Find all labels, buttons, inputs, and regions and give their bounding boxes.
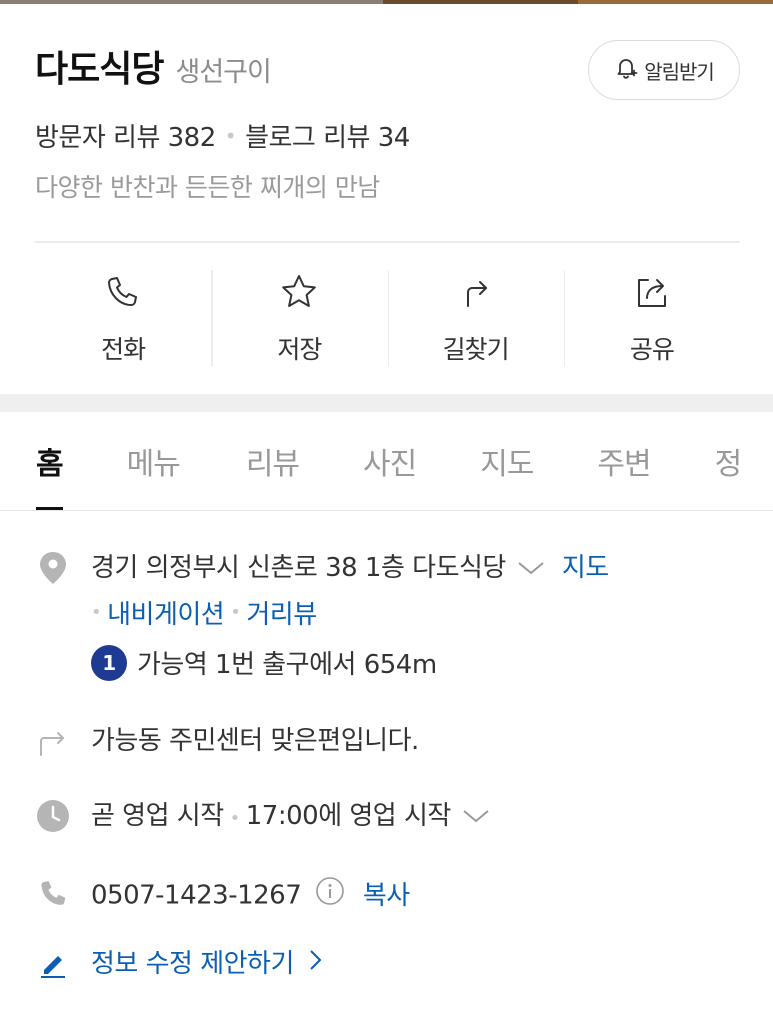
notify-button[interactable]: 알림받기 xyxy=(588,40,740,100)
phone-number[interactable]: 0507-1423-1267 xyxy=(91,881,302,911)
photo-thumb[interactable] xyxy=(0,0,383,4)
tab-home[interactable]: 홈 xyxy=(36,412,64,510)
tab-menu[interactable]: 메뉴 xyxy=(127,412,181,510)
directions-label: 길찾기 xyxy=(442,335,510,364)
tab-nearby[interactable]: 주변 xyxy=(597,412,651,510)
tab-bar: 홈 메뉴 리뷰 사진 지도 주변 정 xyxy=(0,412,773,511)
phone-icon xyxy=(103,268,143,316)
station-text: 가능역 1번 출구에서 654m xyxy=(137,650,437,680)
address-links: • 내비게이션 • 거리뷰 xyxy=(91,594,317,631)
address-text: 경기 의정부시 신촌로 38 1층 다도식당 xyxy=(91,553,506,583)
directions-row: 가능동 주민센터 맞은편입니다. xyxy=(35,723,419,759)
share-button[interactable]: 공유 xyxy=(563,268,740,368)
suggest-edit-row[interactable]: 정보 수정 제안하기 xyxy=(35,946,324,983)
visitor-review-link[interactable]: 방문자 리뷰 382 xyxy=(35,117,216,154)
streetview-link[interactable]: 거리뷰 xyxy=(246,594,317,631)
navigation-link[interactable]: 내비게이션 xyxy=(107,594,225,631)
subway-row: 1 가능역 1번 출구에서 654m xyxy=(91,644,437,681)
save-button[interactable]: 저장 xyxy=(211,268,387,368)
tab-more[interactable]: 정 xyxy=(715,412,743,510)
subway-line-badge: 1 xyxy=(91,644,127,681)
copy-phone-button[interactable]: 복사 xyxy=(363,881,410,911)
place-header: 다도식당 생선구이 알림받기 xyxy=(35,40,740,100)
map-link[interactable]: 지도 xyxy=(562,553,609,583)
action-bar: 전화 저장 길찾기 공유 xyxy=(35,268,740,368)
directions-text: 가능동 주민센터 맞은편입니다. xyxy=(91,726,419,756)
separator-dot: • xyxy=(224,123,237,148)
place-name: 다도식당 xyxy=(35,49,164,90)
bell-plus-icon xyxy=(614,55,640,85)
hours-detail: 17:00에 영업 시작 xyxy=(245,801,452,831)
tab-reviews[interactable]: 리뷰 xyxy=(246,412,300,510)
location-pin-icon xyxy=(35,550,71,586)
review-counts: 방문자 리뷰 382 • 블로그 리뷰 34 xyxy=(35,117,410,154)
place-description: 다양한 반찬과 든든한 찌개의 만남 xyxy=(35,173,380,202)
chevron-right-icon xyxy=(308,947,324,983)
star-icon xyxy=(279,268,319,316)
hours-row[interactable]: 곧 영업 시작 • 17:00에 영업 시작 xyxy=(35,798,491,837)
hours-status: 곧 영업 시작 xyxy=(91,801,224,831)
phone-row: 0507-1423-1267 복사 xyxy=(35,876,410,916)
phone-icon xyxy=(35,876,71,912)
chevron-down-icon[interactable] xyxy=(461,799,491,835)
save-label: 저장 xyxy=(277,335,322,364)
blog-review-link[interactable]: 블로그 리뷰 34 xyxy=(245,117,410,154)
place-category: 생선구이 xyxy=(175,57,271,88)
address-row: 경기 의정부시 신촌로 38 1층 다도식당 지도 xyxy=(35,550,609,587)
suggest-edit-link[interactable]: 정보 수정 제안하기 xyxy=(91,949,294,979)
photo-thumb[interactable] xyxy=(383,0,578,4)
directions-button[interactable]: 길찾기 xyxy=(387,268,564,368)
notify-label: 알림받기 xyxy=(644,59,715,84)
separator-dot: • xyxy=(91,602,102,623)
info-circle-icon[interactable] xyxy=(315,876,345,916)
divider xyxy=(35,241,740,243)
section-divider xyxy=(0,394,773,412)
photo-thumb[interactable] xyxy=(578,0,773,4)
directions-arrow-icon xyxy=(35,723,71,759)
call-button[interactable]: 전화 xyxy=(35,268,211,368)
share-icon xyxy=(632,268,672,316)
pencil-icon xyxy=(35,946,71,982)
chevron-down-icon[interactable] xyxy=(516,551,546,587)
separator-dot: • xyxy=(229,808,241,829)
separator-dot: • xyxy=(230,602,241,623)
share-label: 공유 xyxy=(629,335,675,364)
tab-map[interactable]: 지도 xyxy=(480,412,534,510)
tab-photos[interactable]: 사진 xyxy=(363,412,417,510)
directions-icon xyxy=(456,268,496,316)
call-label: 전화 xyxy=(101,335,146,364)
clock-icon xyxy=(35,798,71,834)
photo-strip[interactable] xyxy=(0,0,773,4)
